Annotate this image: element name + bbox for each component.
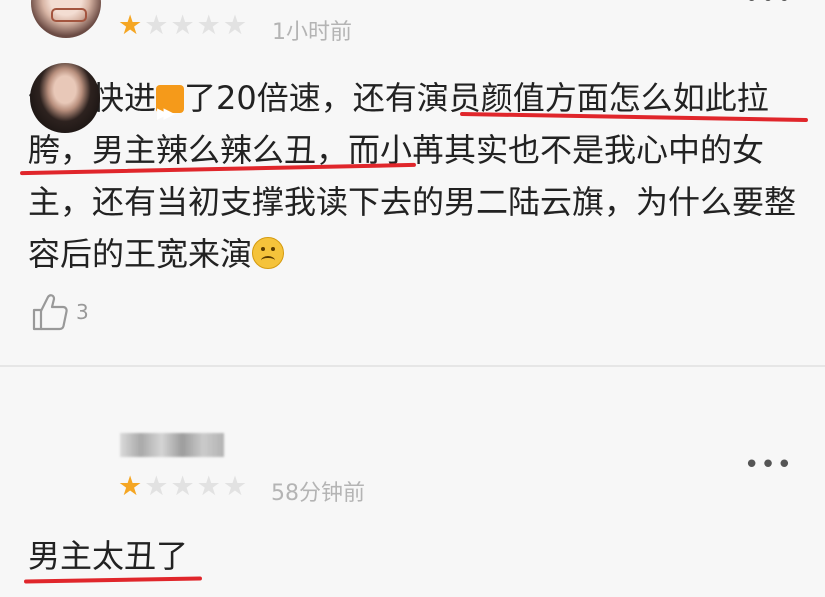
comment-text: 仿佛快进了20倍速，还有演员颜值方面怎么如此拉胯，男主辣么辣么丑，而小苒其实也不…	[28, 72, 808, 280]
username-blurred[interactable]	[120, 433, 224, 457]
star-icon-filled: ★	[118, 10, 143, 41]
comments-page: ★ ★ ★ ★ ★ 1小时前 ••• 仿佛快进了20倍速，还有演员颜值方面怎么如…	[0, 0, 825, 597]
avatar[interactable]	[30, 63, 100, 133]
rating-stars: ★ ★ ★ ★ ★	[118, 473, 247, 500]
thumbs-up-icon	[32, 294, 68, 331]
star-icon-empty: ★	[170, 10, 195, 41]
star-icon-empty: ★	[222, 471, 248, 502]
like-count: 3	[76, 300, 89, 324]
more-dots-icon[interactable]: •••	[744, 0, 793, 14]
star-icon-empty: ★	[144, 471, 169, 502]
fast-forward-emoji-icon	[156, 85, 185, 139]
star-icon-filled: ★	[118, 471, 143, 502]
sad-face-emoji-icon	[252, 237, 285, 269]
more-dots-icon[interactable]: •••	[744, 450, 793, 480]
star-icon-empty: ★	[170, 471, 195, 502]
star-icon-empty: ★	[222, 10, 248, 41]
comment-text: 男主太丑了	[28, 537, 189, 575]
comment-time: 1小时前	[272, 20, 352, 45]
rating-stars: ★ ★ ★ ★ ★	[118, 12, 247, 39]
star-icon-empty: ★	[144, 10, 169, 41]
star-icon-empty: ★	[196, 10, 221, 41]
like-button[interactable]: 3	[30, 292, 89, 332]
comment-time: 58分钟前	[271, 481, 365, 506]
star-icon-empty: ★	[196, 471, 221, 502]
